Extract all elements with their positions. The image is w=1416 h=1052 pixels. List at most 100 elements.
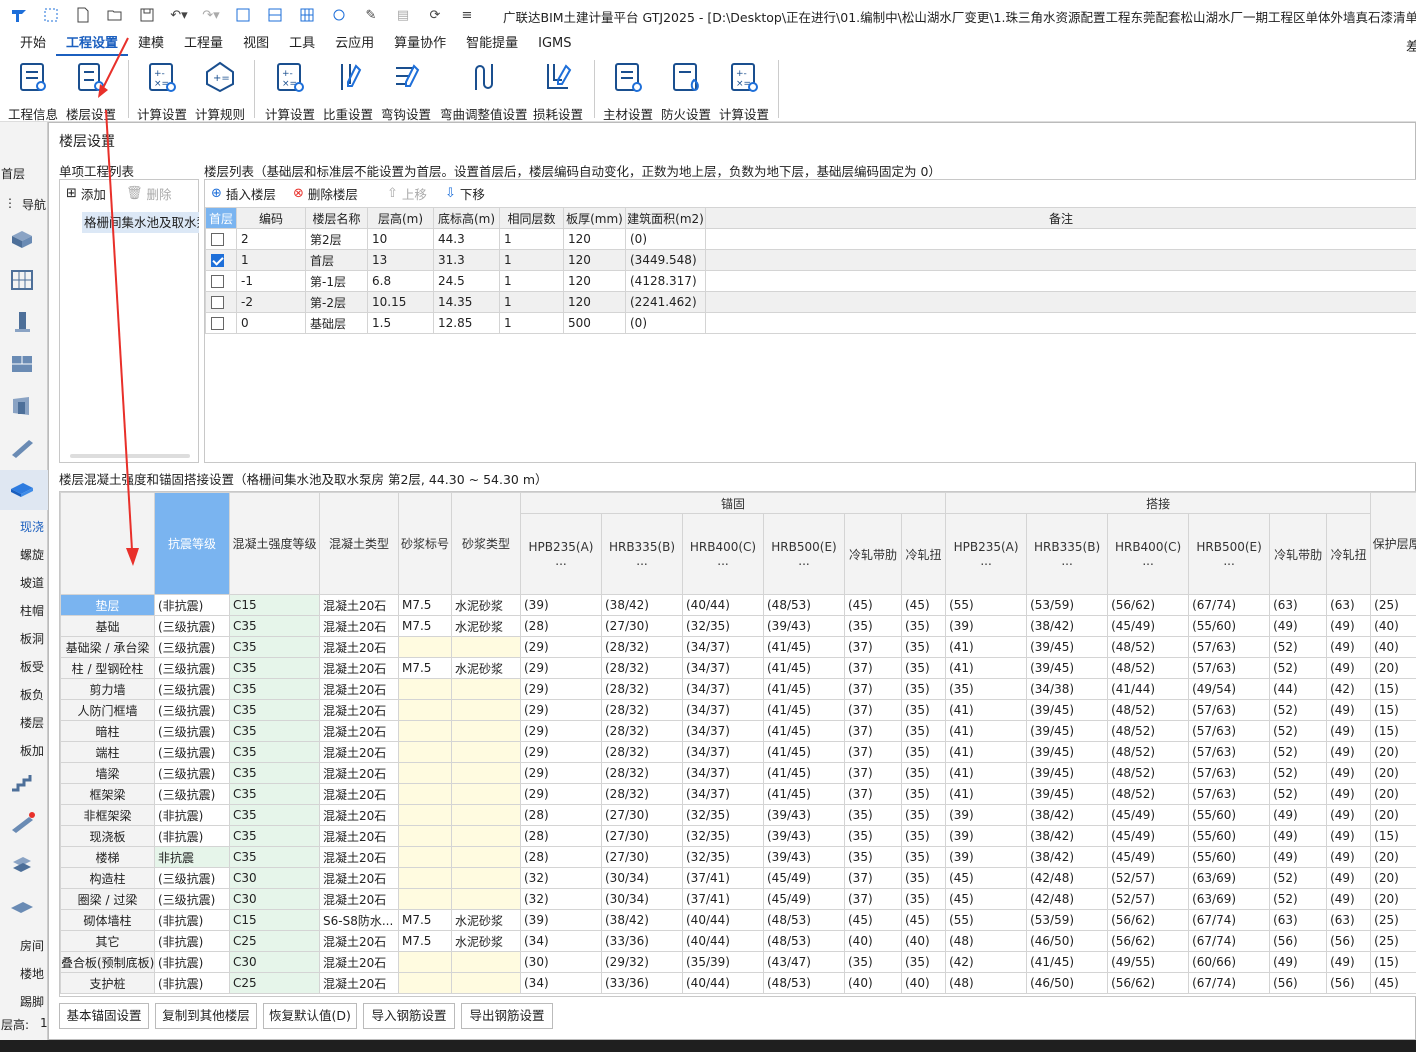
- floor-cell-height[interactable]: 1.5: [367, 312, 434, 334]
- anchor-cell[interactable]: (45): [945, 867, 1028, 889]
- anchor-cell[interactable]: (52/57): [1107, 867, 1190, 889]
- anchor-cell[interactable]: (49): [1326, 762, 1372, 784]
- anchor-cell[interactable]: (67/74): [1188, 972, 1271, 994]
- anchor-cell[interactable]: [398, 804, 452, 826]
- anchor-cell[interactable]: (37/41): [682, 888, 764, 910]
- anchor-cell[interactable]: C25: [229, 930, 320, 952]
- anchor-cell[interactable]: (39/45): [1026, 699, 1109, 721]
- anchor-cell[interactable]: (35): [900, 720, 947, 742]
- anchor-cell[interactable]: (35): [900, 804, 947, 826]
- anchor-cell[interactable]: [451, 972, 521, 994]
- anchor-cell[interactable]: (57/63): [1188, 636, 1271, 658]
- anchor-cell[interactable]: (52): [1269, 699, 1328, 721]
- anchor-cell[interactable]: (非抗震): [154, 825, 230, 847]
- anchor-cell[interactable]: (15): [1370, 678, 1416, 700]
- anchor-cell[interactable]: C35: [229, 678, 320, 700]
- anchor-col-header[interactable]: 混凝土类型: [319, 492, 399, 595]
- anchor-cell[interactable]: 非抗震: [154, 846, 230, 868]
- anchor-cell[interactable]: (42): [945, 951, 1028, 973]
- anchor-cell[interactable]: (48): [945, 930, 1028, 952]
- anchor-cell[interactable]: (42/48): [1026, 867, 1109, 889]
- anchor-cell[interactable]: (28/32): [601, 741, 683, 763]
- floor-cell-name[interactable]: 第2层: [305, 228, 368, 250]
- anchor-cell[interactable]: (48/53): [763, 909, 845, 931]
- anchor-cell[interactable]: (39/45): [1026, 657, 1109, 679]
- main-material-button[interactable]: 主材设置: [600, 58, 656, 122]
- new-file-icon[interactable]: [70, 4, 96, 26]
- anchor-cell[interactable]: C30: [229, 867, 320, 889]
- anchor-cell[interactable]: (52): [1269, 783, 1328, 805]
- anchor-cell[interactable]: (27/30): [601, 804, 683, 826]
- anchor-cell[interactable]: (48/52): [1107, 657, 1190, 679]
- sidebar-item-negative-rebar[interactable]: 板负: [20, 686, 44, 703]
- anchor-cell[interactable]: (56): [1326, 972, 1372, 994]
- anchor-cell[interactable]: C35: [229, 804, 320, 826]
- rebar-calc-settings-button[interactable]: +- ×= 计算设置: [262, 58, 318, 122]
- anchor-cell[interactable]: (34/37): [682, 699, 764, 721]
- floor-cell-thick[interactable]: 120: [563, 228, 626, 250]
- anchor-cell[interactable]: C35: [229, 825, 320, 847]
- anchor-cell[interactable]: (35): [900, 741, 947, 763]
- anchor-cell[interactable]: (29): [520, 699, 602, 721]
- anchor-cell[interactable]: (49): [1326, 867, 1372, 889]
- anchor-cell[interactable]: (20): [1370, 783, 1416, 805]
- anchor-cell[interactable]: (48/52): [1107, 720, 1190, 742]
- add-project-button[interactable]: ⊞ 添加: [66, 182, 106, 204]
- anchor-cell[interactable]: (三级抗震): [154, 678, 230, 700]
- anchor-cell[interactable]: (40/44): [682, 972, 764, 994]
- rebar-col-header[interactable]: 冷轧带肋: [1269, 513, 1328, 595]
- anchor-cell[interactable]: [451, 846, 521, 868]
- anchor-cell[interactable]: (49): [1326, 657, 1372, 679]
- anchor-cell[interactable]: (41/45): [763, 657, 845, 679]
- anchor-cell[interactable]: (28): [520, 804, 602, 826]
- anchor-row[interactable]: 支护桩 (非抗震) C25 混凝土20石 (34) (33/36) (40/44) (48/5…: [60, 972, 1416, 994]
- anchor-cell[interactable]: (40): [844, 930, 902, 952]
- anchor-cell[interactable]: [451, 867, 521, 889]
- import-rebar-settings-button[interactable]: 导入钢筋设置: [363, 1003, 455, 1029]
- move-down-button[interactable]: ⇩ 下移: [445, 182, 485, 204]
- floor-cell-same[interactable]: 1: [499, 312, 564, 334]
- anchor-cell[interactable]: (34/37): [682, 783, 764, 805]
- anchor-cell[interactable]: (63): [1269, 909, 1328, 931]
- anchor-cell[interactable]: (非抗震): [154, 804, 230, 826]
- anchor-cell[interactable]: (55/60): [1188, 804, 1271, 826]
- anchor-cell[interactable]: 混凝土20石: [319, 951, 399, 973]
- sync-icon[interactable]: ⟳: [422, 4, 448, 26]
- floor-cell-remark[interactable]: [705, 270, 1416, 292]
- anchor-cell[interactable]: (20): [1370, 657, 1416, 679]
- anchor-cell[interactable]: 混凝土20石: [319, 636, 399, 658]
- anchor-col-header[interactable]: 砂浆类型: [451, 492, 521, 595]
- anchor-cell[interactable]: (56): [1269, 972, 1328, 994]
- floor-cell-code[interactable]: -2: [236, 291, 306, 313]
- tab-start[interactable]: 开始: [10, 32, 56, 56]
- anchor-cell[interactable]: (34/37): [682, 678, 764, 700]
- anchor-cell[interactable]: (48/53): [763, 594, 845, 616]
- anchor-cell[interactable]: (41/45): [763, 720, 845, 742]
- anchor-cell[interactable]: [398, 678, 452, 700]
- anchor-cell[interactable]: M7.5: [398, 930, 452, 952]
- first-floor-checkbox[interactable]: [205, 291, 237, 313]
- anchor-cell[interactable]: (40): [1370, 636, 1416, 658]
- anchor-cell[interactable]: (非抗震): [154, 972, 230, 994]
- anchor-cell[interactable]: (38/42): [601, 594, 683, 616]
- anchor-cell[interactable]: (52): [1269, 741, 1328, 763]
- anchor-cell[interactable]: (38/42): [601, 909, 683, 931]
- floor-cell-remark[interactable]: [705, 228, 1416, 250]
- anchor-cell[interactable]: (38/42): [1026, 846, 1109, 868]
- anchor-cell[interactable]: (30): [520, 951, 602, 973]
- anchor-cell[interactable]: [398, 636, 452, 658]
- anchor-cell[interactable]: (39/43): [763, 825, 845, 847]
- anchor-cell[interactable]: (40): [900, 972, 947, 994]
- anchor-row[interactable]: 基础 (三级抗震) C35 混凝土20石 M7.5 水泥砂浆 (28) (27/30) (32/…: [60, 615, 1416, 637]
- select-icon[interactable]: [38, 4, 64, 26]
- delete-floor-button[interactable]: ⊗ 删除楼层: [293, 182, 358, 204]
- sidebar-item-floor[interactable]: 楼层: [20, 714, 44, 731]
- tab-project-settings[interactable]: 工程设置: [56, 32, 129, 56]
- anchor-cell[interactable]: 水泥砂浆: [451, 657, 521, 679]
- anchor-cell[interactable]: (49): [1326, 741, 1372, 763]
- anchor-cell[interactable]: (37): [844, 888, 902, 910]
- anchor-cell[interactable]: (28/32): [601, 636, 683, 658]
- anchor-cell[interactable]: (45/49): [763, 888, 845, 910]
- grid-icon[interactable]: [294, 4, 320, 26]
- anchor-cell[interactable]: (49): [1326, 636, 1372, 658]
